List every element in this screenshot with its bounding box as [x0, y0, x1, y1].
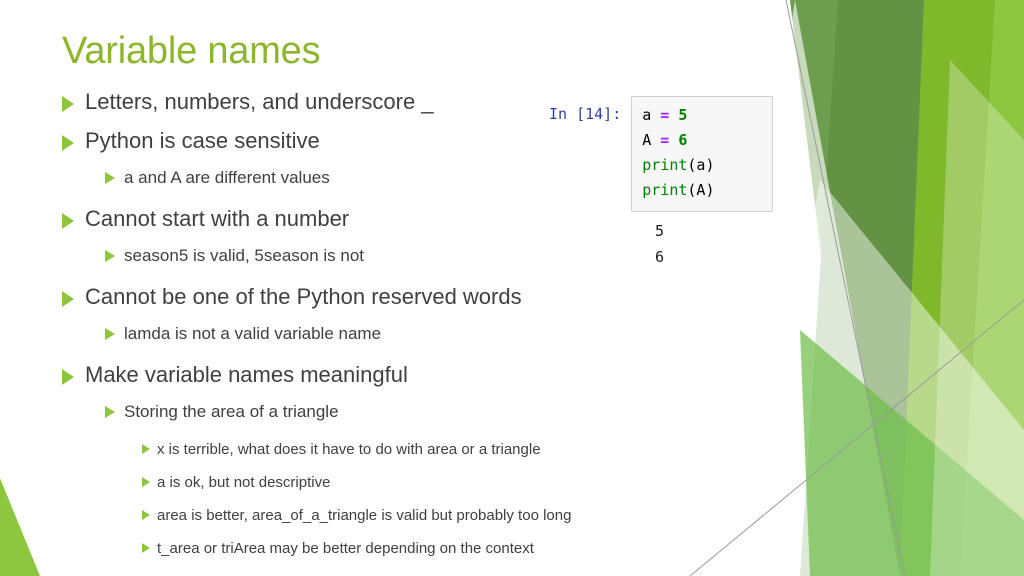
- jupyter-input-cell: In [14]: a = 5 A = 6 print(a) print(A): [549, 96, 774, 212]
- code-line: A = 6: [642, 128, 762, 153]
- code-line: print(a): [642, 153, 762, 178]
- list-item: t_area or triArea may be better dependin…: [62, 538, 762, 571]
- list-item-label: lamda is not a valid variable name: [124, 324, 382, 343]
- list-item-label: Make variable names meaningful: [85, 362, 408, 387]
- overlay-mid-green-lower: [800, 330, 1024, 576]
- list-item-label: Cannot be one of the Python reserved wor…: [85, 284, 522, 309]
- output-line: 6: [655, 248, 665, 266]
- bullet-triangle-icon: [105, 172, 115, 184]
- input-prompt-label: In [14]:: [549, 105, 622, 123]
- bullet-triangle-icon: [62, 291, 74, 307]
- code-operator: =: [651, 106, 679, 124]
- code-operator: =: [651, 131, 679, 149]
- overlay-pale-left: [740, 0, 900, 576]
- bullet-triangle-icon: [142, 543, 150, 553]
- list-item: Make variable names meaningful: [62, 361, 762, 400]
- code-arguments: (A): [687, 181, 715, 199]
- list-item: lamda is not a valid variable name: [62, 322, 762, 361]
- page-title: Variable names: [62, 30, 321, 72]
- list-item: Storing the area of a triangle: [62, 400, 762, 439]
- output-line: 5: [655, 222, 665, 240]
- overlay-pale-diagonal: [745, 180, 1024, 576]
- overlay-soft-right: [930, 60, 1024, 576]
- list-item: a is ok, but not descriptive: [62, 472, 762, 505]
- list-item-label: season5 is valid, 5season is not: [124, 246, 365, 265]
- band-deep-green: [800, 0, 930, 576]
- list-item: x is terrible, what does it have to do w…: [62, 439, 762, 472]
- bullet-triangle-icon: [142, 510, 150, 520]
- bullet-triangle-icon: [142, 444, 150, 454]
- code-line: print(A): [642, 178, 762, 203]
- list-item-label: area is better, area_of_a_triangle is va…: [157, 507, 572, 524]
- bullet-triangle-icon: [105, 406, 115, 418]
- code-block: a = 5 A = 6 print(a) print(A): [631, 96, 774, 212]
- code-literal: 5: [678, 106, 688, 124]
- code-variable: a: [642, 106, 652, 124]
- list-item: area is better, area_of_a_triangle is va…: [62, 505, 762, 538]
- list-item-label: a is ok, but not descriptive: [157, 474, 331, 491]
- corner-wedge-bottom-left: [0, 478, 40, 576]
- bullet-triangle-icon: [105, 250, 115, 262]
- list-item-label: Python is case sensitive: [85, 128, 320, 153]
- list-item-label: t_area or triArea may be better dependin…: [157, 540, 534, 557]
- bullet-triangle-icon: [62, 213, 74, 229]
- band-dark-olive: [790, 0, 1024, 576]
- bullet-triangle-icon: [142, 477, 150, 487]
- slide-canvas: Variable names Letters, numbers, and und…: [0, 0, 1024, 576]
- code-function-name: print: [642, 156, 688, 174]
- list-item-label: Cannot start with a number: [85, 206, 350, 231]
- code-literal: 6: [678, 131, 688, 149]
- code-function-name: print: [642, 181, 688, 199]
- hairline-upper: [785, 0, 906, 576]
- code-line: a = 5: [642, 103, 762, 128]
- code-variable: A: [642, 131, 652, 149]
- bullet-triangle-icon: [62, 135, 74, 151]
- code-arguments: (a): [687, 156, 715, 174]
- band-light-lime: [960, 0, 1024, 576]
- band-bright-green: [900, 0, 1024, 576]
- bullet-triangle-icon: [62, 369, 74, 385]
- bullet-triangle-icon: [105, 328, 115, 340]
- bullet-triangle-icon: [62, 96, 74, 112]
- list-item-label: a and A are different values: [124, 168, 330, 187]
- jupyter-cell-output: 5 6: [655, 218, 664, 270]
- list-item-label: Storing the area of a triangle: [124, 402, 339, 421]
- list-item-label: Letters, numbers, and underscore _: [85, 89, 434, 114]
- list-item: Cannot be one of the Python reserved wor…: [62, 283, 762, 322]
- list-item-label: x is terrible, what does it have to do w…: [157, 441, 541, 458]
